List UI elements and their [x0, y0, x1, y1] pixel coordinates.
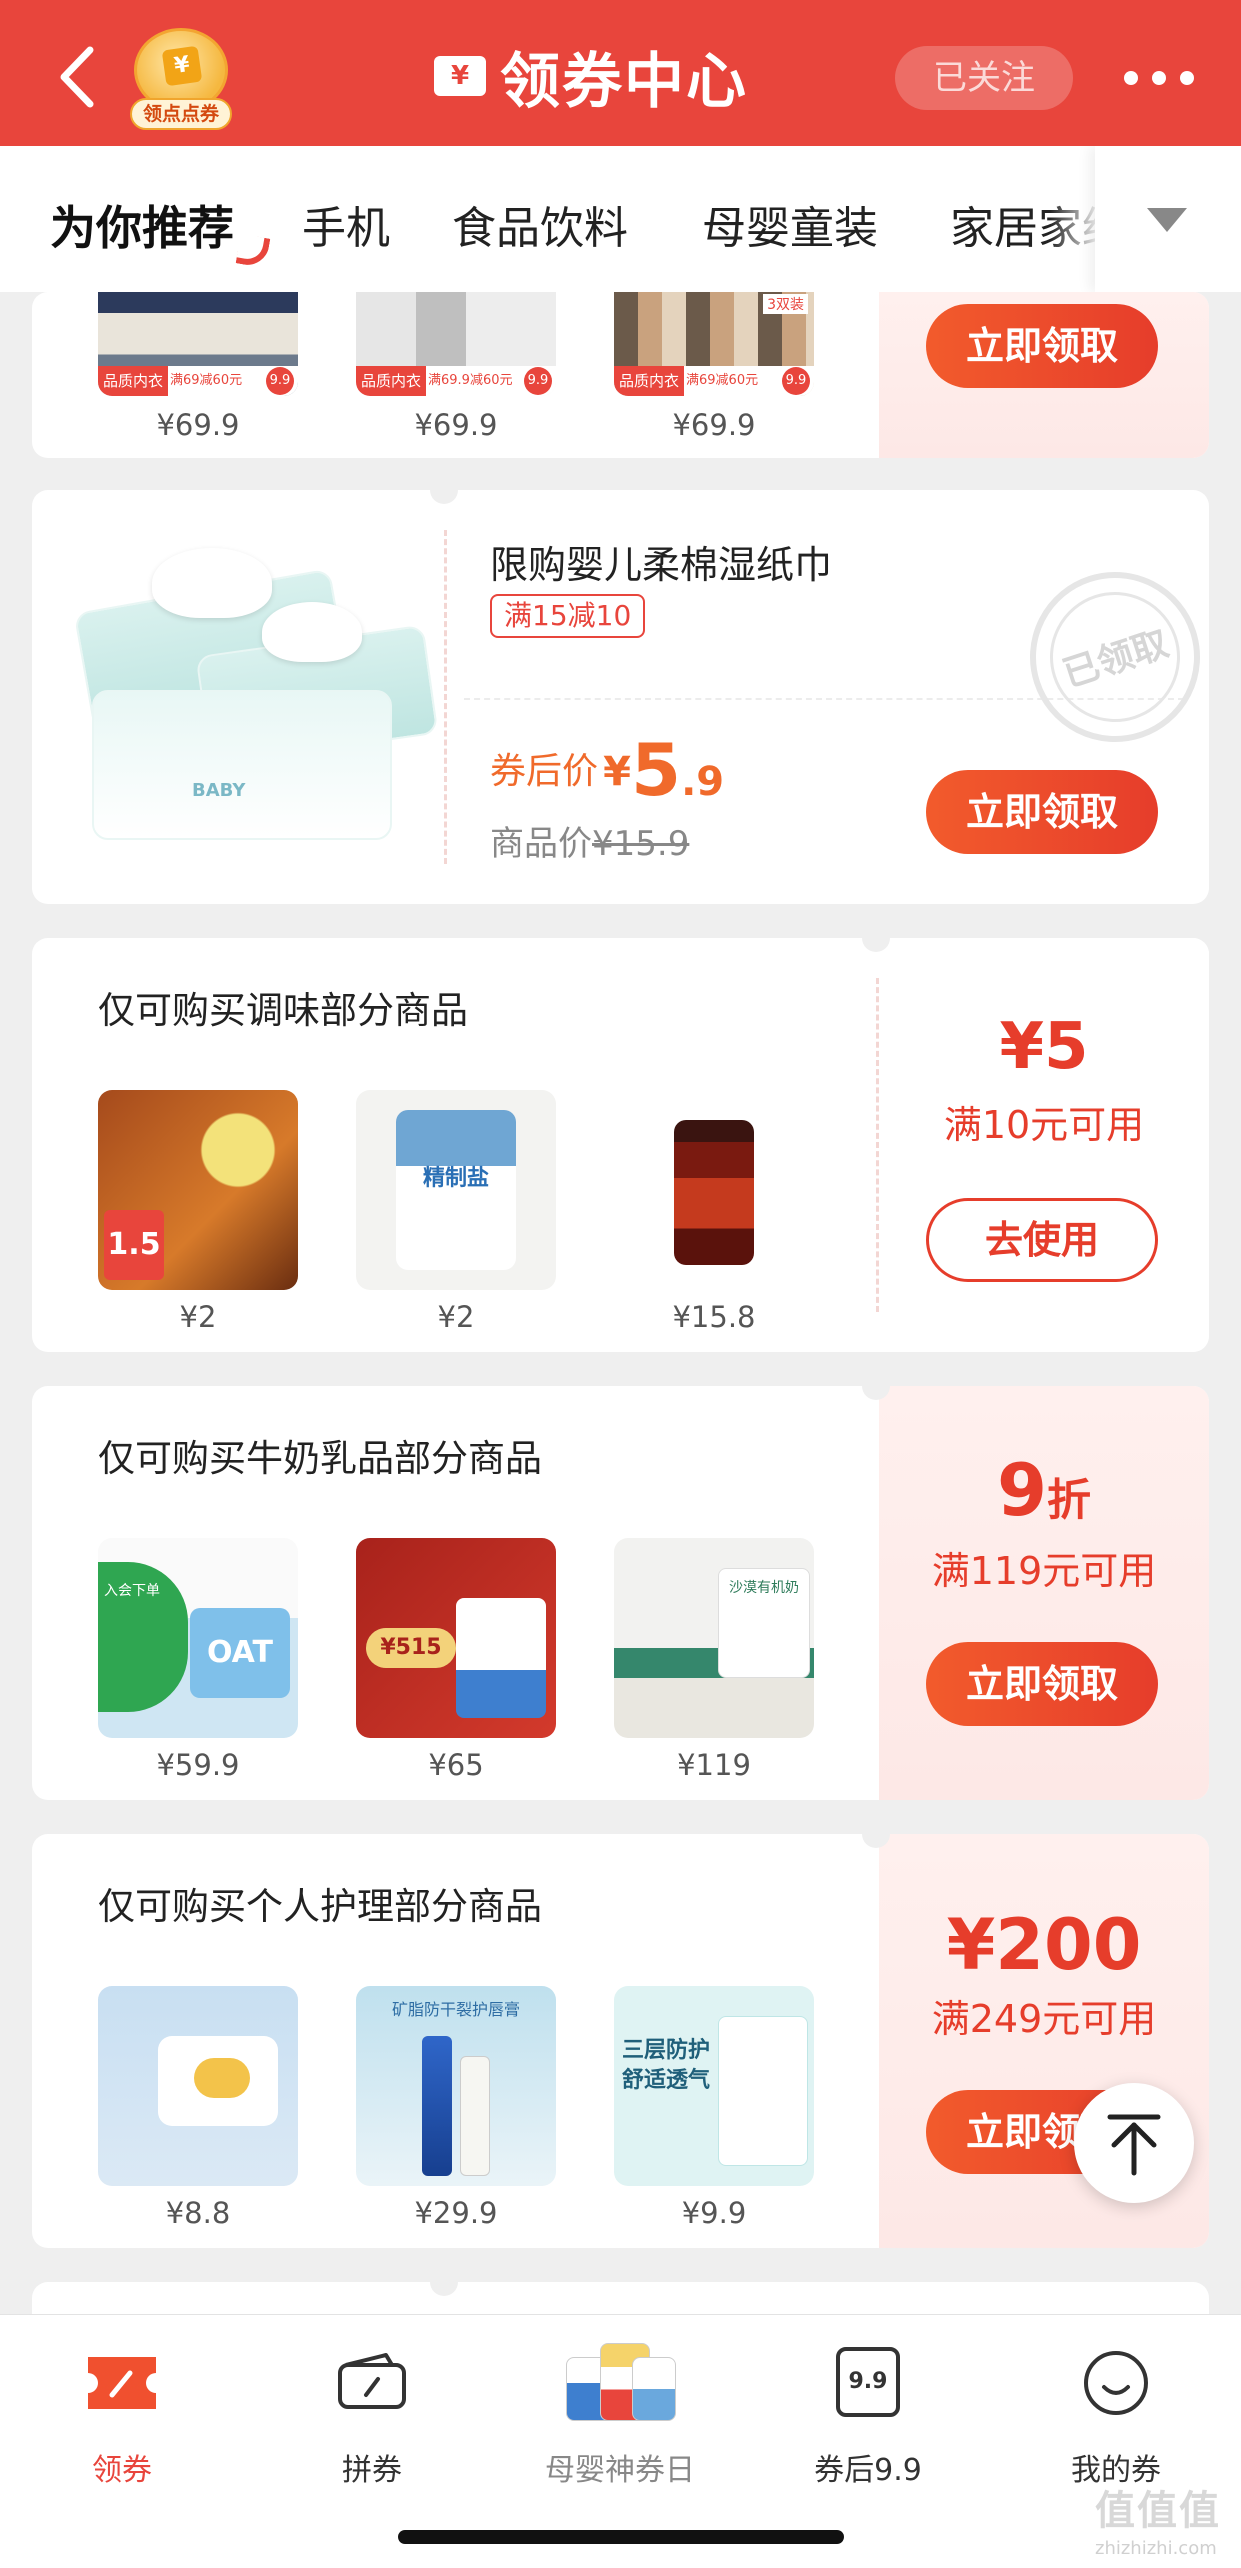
product-price: ¥29.9: [414, 2196, 498, 2230]
coupon-card-socks: 品质内衣 满69减60元 9.9 品质内衣 满69.9减60元 9.9 3双装 品质内衣…: [32, 292, 1209, 458]
coupon-condition: 满249元可用: [931, 1997, 1157, 2041]
coupon-icon: [88, 2357, 156, 2409]
coupon-card-personal-care: 仅可购买个人护理部分商品 矿脂防干裂护唇膏 三层防护 舒适透气 ¥8.8 ¥29…: [32, 1834, 1209, 2248]
page-title-text: 领券中心: [500, 46, 748, 117]
product-price: ¥69.9: [156, 408, 240, 442]
coupon-condition: 满119元可用: [931, 1549, 1157, 1593]
follow-button[interactable]: 已关注: [895, 46, 1073, 110]
tab-food-drink[interactable]: 食品饮料: [452, 192, 628, 256]
use-coupon-button[interactable]: 去使用: [926, 1198, 1158, 1282]
tab-fade: [1050, 146, 1100, 292]
product-price: ¥69.9: [414, 408, 498, 442]
product-image[interactable]: 3双装 品质内衣 满69减60元 9.9: [614, 292, 814, 396]
product-price: ¥69.9: [672, 408, 756, 442]
product-image[interactable]: ¥515: [356, 1538, 556, 1738]
product-price: ¥8.8: [165, 2196, 231, 2230]
top-bar: ¥ 领点点券 ¥ 领券中心 已关注: [0, 0, 1241, 146]
product-price: ¥119: [677, 1748, 751, 1782]
product-image[interactable]: [614, 1090, 814, 1290]
coupon-title: 仅可购买调味部分商品: [98, 989, 468, 1032]
more-icon[interactable]: [1124, 66, 1194, 90]
product-price: ¥9.9: [681, 2196, 747, 2230]
watermark: 值值值: [1095, 2488, 1221, 2534]
pack-text: BABY: [192, 780, 246, 801]
product-image[interactable]: 沙漠有机奶: [614, 1538, 814, 1738]
coupon-title: 限购婴儿柔棉湿纸巾: [490, 543, 833, 587]
milk-powder-icon: [566, 2337, 676, 2423]
product-image[interactable]: 品质内衣 满69减60元 9.9: [98, 292, 298, 396]
coupon-title: 仅可购买个人护理部分商品: [98, 1885, 542, 1928]
product-image-wipes[interactable]: BABY: [72, 530, 442, 860]
product-image[interactable]: 三层防护 舒适透气: [614, 1986, 814, 2186]
product-price: ¥65: [428, 1748, 484, 1782]
product-image[interactable]: 矿脂防干裂护唇膏: [356, 1986, 556, 2186]
price-tag-icon: 9.9: [836, 2347, 900, 2417]
product-image[interactable]: 品质内衣 满69.9减60元 9.9: [356, 292, 556, 396]
product-price: ¥2: [179, 1300, 217, 1334]
expand-tabs-button[interactable]: [1095, 146, 1241, 292]
category-tabs: 为你推荐 手机 食品饮料 母婴童装 家居家纺: [0, 146, 1241, 292]
coupon-amount: ¥200: [946, 1904, 1142, 1986]
claim-button[interactable]: 立即领取: [926, 1642, 1158, 1726]
coupon-card-wipes: BABY 限购婴儿柔棉湿纸巾 满15减10 券后价 ¥5.9 商品价¥15.9 …: [32, 490, 1209, 904]
split-coupon-icon: [338, 2353, 406, 2409]
mascot-badge[interactable]: ¥ 领点点券: [130, 28, 232, 130]
coupon-title-icon: ¥: [434, 56, 486, 96]
product-image[interactable]: 精制盐: [356, 1090, 556, 1290]
product-image[interactable]: 入会下单 OAT: [98, 1538, 298, 1738]
coupon-card-dairy: 仅可购买牛奶乳品部分商品 入会下单 OAT ¥515 沙漠有机奶 ¥59.9 ¥…: [32, 1386, 1209, 1800]
coupon-amount: 9折: [996, 1448, 1092, 1532]
coupon-condition: 满10元可用: [943, 1103, 1145, 1147]
coupon-title: 仅可购买牛奶乳品部分商品: [98, 1437, 542, 1480]
after-coupon-price: 券后价 ¥5.9: [490, 728, 725, 812]
arrow-up-icon: [1107, 2114, 1161, 2176]
tab-recommend[interactable]: 为你推荐: [50, 192, 234, 258]
active-tab-indicator: [235, 233, 271, 269]
coin-icon: ¥: [161, 45, 203, 87]
product-price: ¥59.9: [156, 1748, 240, 1782]
product-price: ¥2: [437, 1300, 475, 1334]
page-title: ¥ 领券中心: [434, 40, 748, 117]
product-image[interactable]: [98, 1986, 298, 2186]
back-to-top-button[interactable]: [1074, 2083, 1194, 2203]
watermark-url: zhizhizhi.com: [1095, 2538, 1217, 2559]
mascot-label: 领点点券: [130, 98, 232, 130]
original-price: 商品价¥15.9: [490, 824, 690, 864]
claim-button[interactable]: 立即领取: [926, 304, 1158, 388]
product-image[interactable]: 1.5: [98, 1090, 298, 1290]
discount-badge: 满15减10: [490, 594, 646, 638]
product-price: ¥15.8: [672, 1300, 756, 1334]
claim-button[interactable]: 立即领取: [926, 770, 1158, 854]
pack-tag: 3双装: [763, 294, 808, 314]
back-arrow-icon[interactable]: [50, 42, 110, 112]
coupon-card-seasoning: 仅可购买调味部分商品 1.5 精制盐 ¥2 ¥2 ¥15.8 ¥5 满10元可用…: [32, 938, 1209, 1352]
smile-icon: [1084, 2351, 1148, 2415]
tab-phone[interactable]: 手机: [302, 192, 390, 256]
home-indicator: [398, 2530, 844, 2544]
chevron-down-icon: [1147, 208, 1187, 232]
coupon-amount: ¥5: [999, 1010, 1089, 1084]
tab-mother-baby[interactable]: 母婴童装: [702, 192, 878, 256]
